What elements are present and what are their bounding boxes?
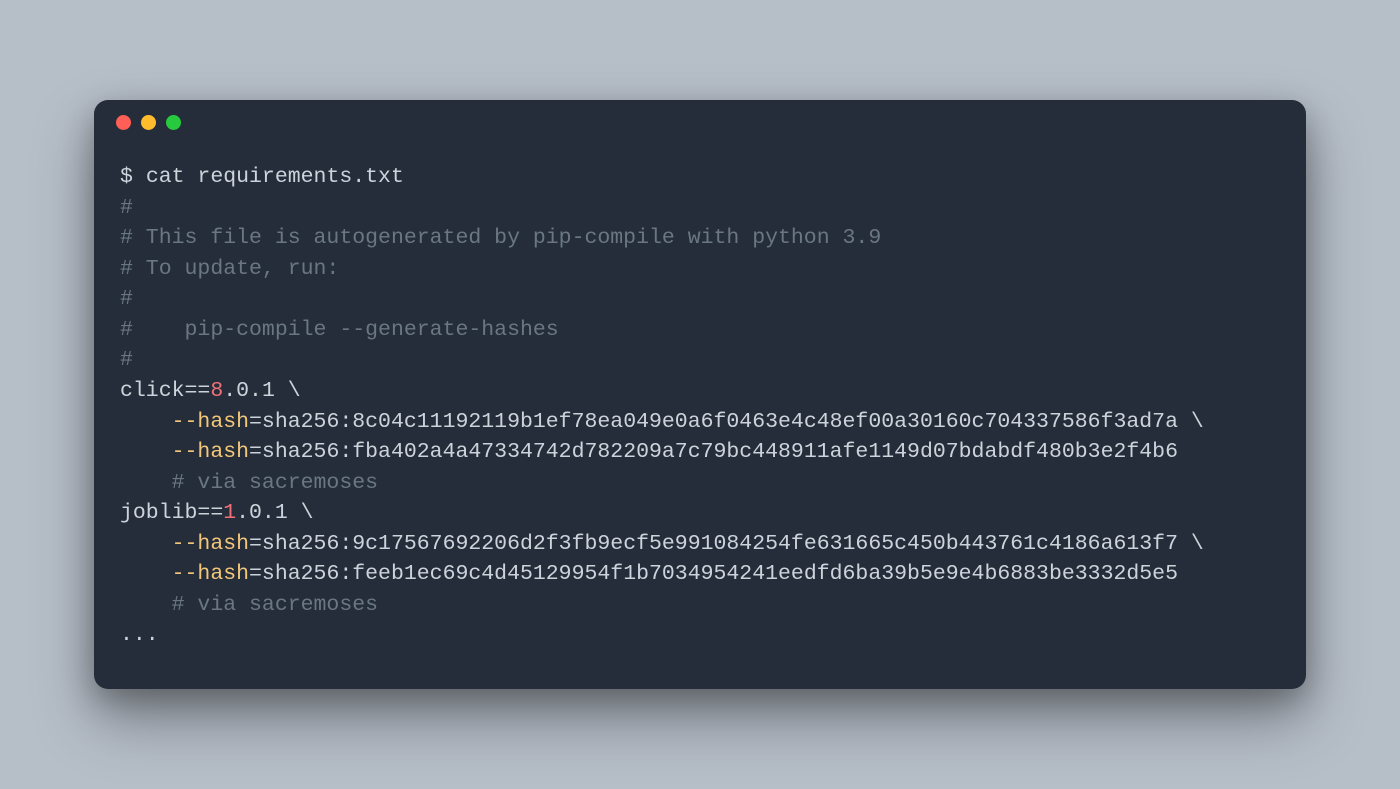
comment-line: # To update, run: <box>120 257 339 281</box>
ellipsis: ... <box>120 623 159 647</box>
indent <box>120 562 172 586</box>
hash-value: =sha256:8c04c11192119b1ef78ea049e0a6f046… <box>249 410 1191 434</box>
hash-flag: hash <box>197 410 249 434</box>
line-continuation: \ <box>301 501 314 525</box>
version-rest: .0.1 <box>223 379 288 403</box>
package-name: joblib== <box>120 501 223 525</box>
comment-line: # <box>120 348 133 372</box>
indent <box>120 471 172 495</box>
indent <box>120 440 172 464</box>
prompt-symbol: $ <box>120 165 146 189</box>
indent <box>120 593 172 617</box>
line-continuation: \ <box>1191 410 1204 434</box>
version-rest: .0.1 <box>236 501 301 525</box>
package-name: click== <box>120 379 210 403</box>
line-continuation: \ <box>1191 532 1204 556</box>
flag-dashes: -- <box>172 532 198 556</box>
minimize-icon[interactable] <box>141 115 156 130</box>
indent <box>120 532 172 556</box>
version-major: 8 <box>210 379 223 403</box>
comment-line: # This file is autogenerated by pip-comp… <box>120 226 881 250</box>
hash-value: =sha256:fba402a4a47334742d782209a7c79bc4… <box>249 440 1178 464</box>
hash-flag: hash <box>197 562 249 586</box>
hash-value: =sha256:feeb1ec69c4d45129954f1b703495424… <box>249 562 1178 586</box>
flag-dashes: -- <box>172 562 198 586</box>
comment-via: # via sacremoses <box>172 471 378 495</box>
flag-dashes: -- <box>172 410 198 434</box>
terminal-body[interactable]: $ cat requirements.txt # # This file is … <box>94 144 1306 688</box>
comment-line: # pip-compile --generate-hashes <box>120 318 559 342</box>
close-icon[interactable] <box>116 115 131 130</box>
terminal-window: $ cat requirements.txt # # This file is … <box>94 100 1306 688</box>
flag-dashes: -- <box>172 440 198 464</box>
version-major: 1 <box>223 501 236 525</box>
maximize-icon[interactable] <box>166 115 181 130</box>
hash-flag: hash <box>197 440 249 464</box>
hash-value: =sha256:9c17567692206d2f3fb9ecf5e9910842… <box>249 532 1191 556</box>
hash-flag: hash <box>197 532 249 556</box>
comment-line: # <box>120 196 133 220</box>
line-continuation: \ <box>288 379 301 403</box>
window-titlebar <box>94 100 1306 144</box>
command-text: cat requirements.txt <box>146 165 404 189</box>
indent <box>120 410 172 434</box>
comment-via: # via sacremoses <box>172 593 378 617</box>
comment-line: # <box>120 287 133 311</box>
